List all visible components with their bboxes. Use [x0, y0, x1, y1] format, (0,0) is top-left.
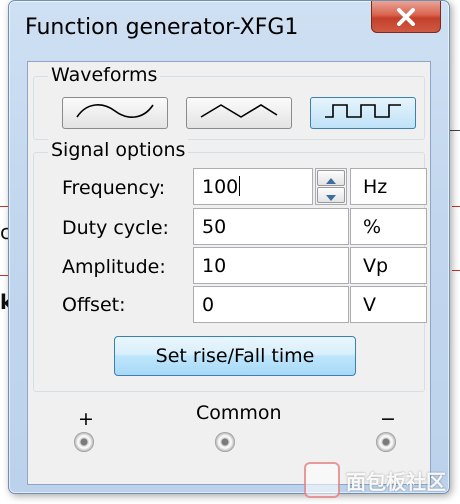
sine-wave-icon — [75, 100, 155, 126]
set-rise-fall-time-button[interactable]: Set rise/Fall time — [114, 336, 356, 376]
schematic-wire — [452, 206, 460, 207]
watermark-logo-icon — [304, 462, 340, 498]
watermark: 面包板社区 — [304, 462, 446, 498]
window-title: Function generator-XFG1 — [25, 15, 299, 40]
sine-wave-button[interactable] — [62, 97, 168, 129]
common-terminal-label: Common — [196, 402, 282, 424]
square-wave-button[interactable] — [310, 97, 416, 129]
amplitude-input[interactable]: 10 — [193, 247, 349, 284]
watermark-text: 面包板社区 — [346, 469, 446, 494]
offset-input[interactable]: 0 — [193, 286, 349, 323]
schematic-wire — [452, 270, 460, 271]
duty-cycle-label: Duty cycle: — [62, 217, 169, 239]
client-area: Waveforms Signal options Frequency: 100 … — [27, 61, 431, 485]
amplitude-label: Amplitude: — [62, 256, 166, 278]
plus-terminal-label: + — [78, 408, 94, 430]
frequency-value: 100 — [202, 176, 239, 198]
plus-terminal[interactable] — [74, 432, 94, 452]
frequency-input[interactable]: 100 — [193, 168, 313, 205]
signal-options-label: Signal options — [48, 139, 189, 161]
triangle-wave-icon — [199, 100, 279, 126]
common-terminal[interactable] — [215, 432, 235, 452]
spin-up-button[interactable] — [317, 170, 345, 186]
minus-terminal[interactable] — [376, 432, 396, 452]
close-button[interactable] — [371, 1, 441, 33]
close-icon — [395, 7, 417, 26]
arrow-down-icon — [326, 186, 336, 205]
function-generator-window: Function generator-XFG1 Waveforms Signal… — [8, 0, 450, 494]
waveforms-label: Waveforms — [48, 64, 161, 86]
spin-down-button[interactable] — [317, 187, 345, 203]
text-cursor — [239, 176, 241, 196]
duty-cycle-unit: % — [350, 208, 427, 245]
minus-terminal-label: − — [380, 408, 396, 430]
square-wave-icon — [323, 100, 403, 126]
triangle-wave-button[interactable] — [186, 97, 292, 129]
amplitude-unit-select[interactable]: Vp — [350, 247, 427, 284]
duty-cycle-input[interactable]: 50 — [193, 208, 349, 245]
frequency-spinner[interactable] — [315, 168, 347, 205]
frequency-unit-select[interactable]: Hz — [350, 168, 427, 205]
offset-label: Offset: — [62, 294, 126, 316]
frequency-label: Frequency: — [62, 177, 166, 199]
offset-unit-select[interactable]: V — [350, 286, 427, 323]
